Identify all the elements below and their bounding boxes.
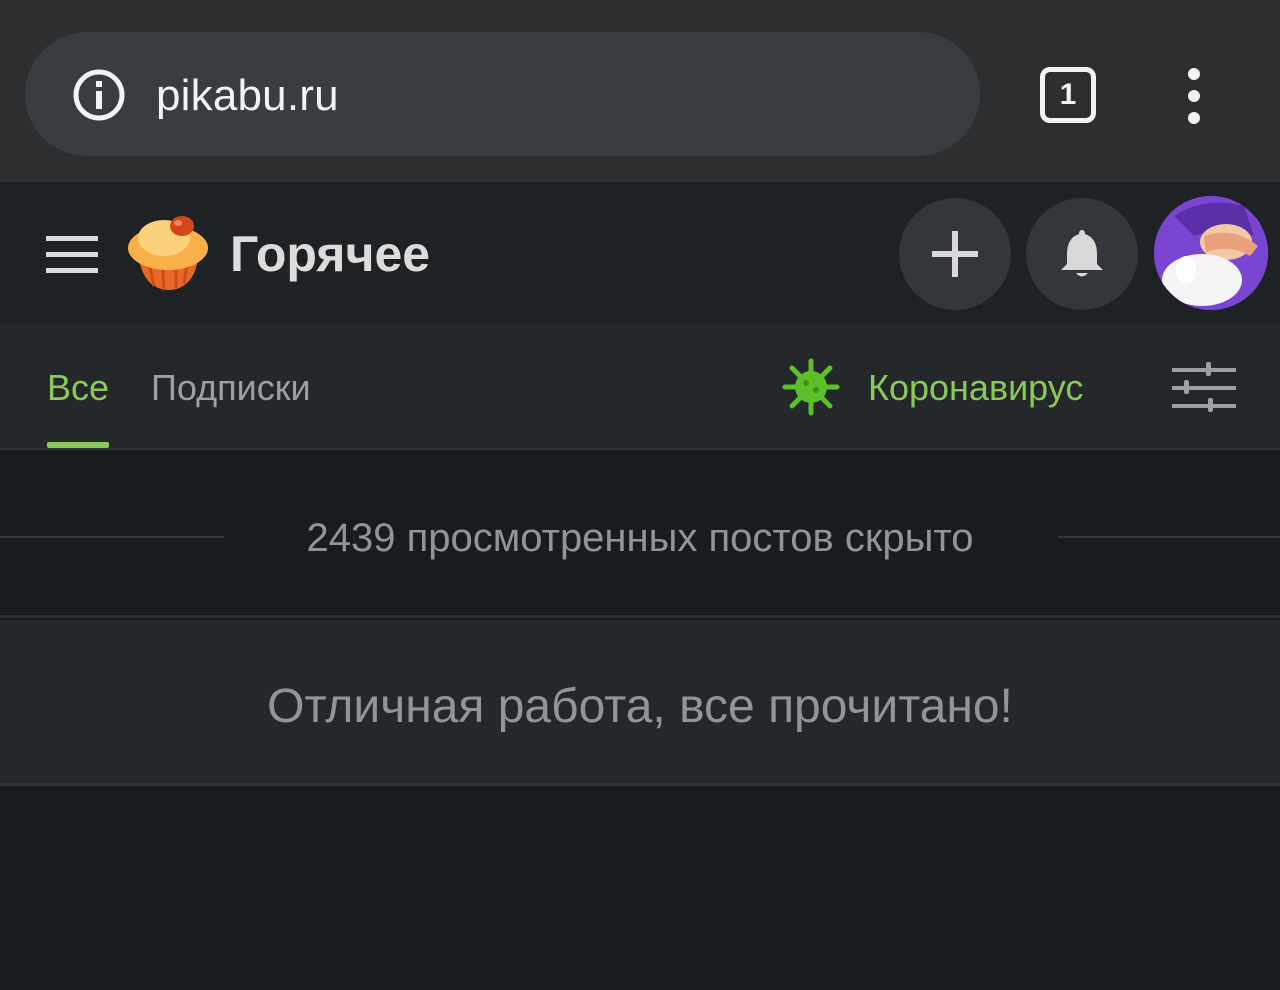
tab-all[interactable]: Все xyxy=(47,364,109,412)
tabs-count-button[interactable]: 1 xyxy=(1040,67,1096,123)
info-icon[interactable] xyxy=(72,68,126,122)
hidden-posts-text[interactable]: 2439 просмотренных постов скрыто xyxy=(0,512,1280,564)
browser-toolbar: pikabu.ru 1 xyxy=(0,0,1280,182)
hidden-posts-row: 2439 просмотренных постов скрыто xyxy=(0,452,1280,618)
pikabu-logo[interactable] xyxy=(124,206,214,296)
notifications-button[interactable] xyxy=(1026,198,1138,310)
tabs-count: 1 xyxy=(1059,78,1077,111)
virus-icon[interactable] xyxy=(782,358,840,416)
hamburger-icon[interactable] xyxy=(46,236,98,274)
add-post-button[interactable] xyxy=(899,198,1011,310)
tab-subscriptions[interactable]: Подписки xyxy=(151,364,311,412)
avatar[interactable] xyxy=(1154,196,1268,310)
site-header: Горячее xyxy=(0,182,1280,324)
page-title: Горячее xyxy=(230,226,431,282)
more-vert-icon[interactable] xyxy=(1172,66,1216,126)
feed-tabs: Все Подписки Коронавирус xyxy=(0,324,1280,450)
active-tab-indicator xyxy=(47,442,109,448)
avatar-image xyxy=(1154,196,1268,310)
plus-icon xyxy=(932,231,978,277)
filter-sliders-icon[interactable] xyxy=(1172,362,1236,414)
bell-icon xyxy=(1061,230,1103,277)
coronavirus-link[interactable]: Коронавирус xyxy=(868,364,1083,412)
url-text[interactable]: pikabu.ru xyxy=(156,66,339,126)
all-read-message: Отличная работа, все прочитано! xyxy=(267,680,1013,733)
divider-right xyxy=(1058,536,1280,538)
all-read-block: Отличная работа, все прочитано! xyxy=(0,620,1280,786)
